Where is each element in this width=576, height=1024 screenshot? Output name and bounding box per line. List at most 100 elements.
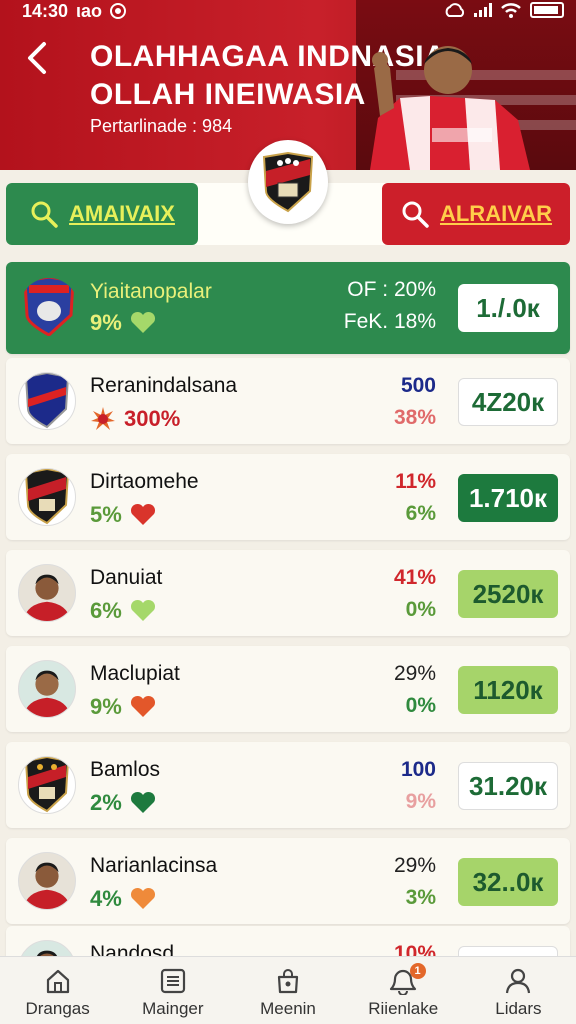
player-avatar-icon: [22, 862, 72, 909]
team-name: Bamlos: [90, 758, 161, 781]
back-arrow-icon[interactable]: [22, 40, 54, 76]
shield-crest-icon: [24, 373, 70, 429]
heart-icon: [130, 695, 155, 717]
team-name: Yiaitanopalar: [90, 280, 212, 303]
list-icon: [160, 968, 185, 994]
team-logo: [18, 468, 76, 526]
bag-icon: [277, 969, 299, 994]
notification-dot-icon: [110, 3, 126, 19]
value-badge[interactable]: 31.20к: [458, 762, 558, 810]
battery-icon: [530, 2, 564, 18]
stat-primary: 11%: [395, 470, 436, 493]
cloud-icon: [445, 3, 465, 17]
player-name: Maclupiat: [90, 662, 180, 685]
page-title-line2: OLLAH INEIWASIA: [90, 78, 366, 111]
stat-primary: OF : 20%: [347, 278, 436, 301]
stat-secondary: FeK. 18%: [343, 310, 436, 333]
user-icon: [506, 968, 531, 994]
stat-secondary: 0%: [405, 598, 436, 621]
tab-left-button[interactable]: AMAIVAIX: [6, 183, 198, 245]
nav-label: Drangas: [25, 999, 90, 1018]
value-badge[interactable]: 32..0к: [458, 858, 558, 906]
team-pct: 5%: [90, 502, 156, 528]
player-pct: 4%: [90, 886, 156, 912]
team-pct: 9%: [90, 310, 156, 336]
player-avatar: [18, 660, 76, 718]
search-icon: [31, 201, 58, 228]
player-avatar-icon: [22, 670, 72, 717]
stat-primary: 29%: [393, 662, 436, 685]
shield-crest-icon: [24, 469, 70, 525]
player-avatar: [18, 852, 76, 910]
stat-primary: 29%: [393, 854, 436, 877]
team-pct: 2%: [90, 790, 156, 816]
team-logo: [18, 756, 76, 814]
burst-icon: [91, 407, 115, 430]
player-row[interactable]: Maclupiat 9% 29% 0% 1120к: [6, 646, 570, 732]
nav-item-lidars[interactable]: Lidars: [461, 957, 576, 1024]
status-extra: ιao: [76, 1, 103, 21]
bottom-navigation: Drangas Mainger Meenin 1 Riienlake Lidar…: [0, 956, 576, 1024]
player-row[interactable]: Danuiat 6% 41% 0% 2520к: [6, 550, 570, 636]
tab-left-label: AMAIVAIX: [69, 201, 175, 226]
heart-icon: [130, 599, 155, 621]
team-name: Dirtaomehe: [90, 470, 199, 493]
stat-secondary: 6%: [405, 502, 436, 525]
home-icon: [46, 969, 69, 994]
club-crest-badge[interactable]: [248, 140, 328, 224]
team-logo: [20, 278, 78, 336]
nav-item-riienlake[interactable]: 1 Riienlake: [346, 957, 461, 1024]
player-photo: [370, 46, 530, 170]
nav-label: Mainger: [142, 999, 204, 1018]
nav-item-drangas[interactable]: Drangas: [0, 957, 115, 1024]
value-badge[interactable]: 1120к: [458, 666, 558, 714]
status-bar: 14:30 ιao: [0, 0, 576, 24]
search-icon: [402, 201, 429, 228]
team-row[interactable]: Reranindalsana 300% 500 38% 4Z20к: [6, 358, 570, 444]
stat-primary: 41%: [393, 566, 436, 589]
status-time: 14:30: [22, 1, 69, 21]
stat-secondary: 38%: [393, 406, 436, 429]
heart-icon: [130, 791, 155, 813]
player-name: Danuiat: [90, 566, 163, 589]
shield-crest-icon: [262, 151, 314, 213]
stat-secondary: 3%: [405, 886, 436, 909]
player-pct: 6%: [90, 598, 156, 624]
nav-item-mainger[interactable]: Mainger: [115, 957, 230, 1024]
heart-icon: [130, 311, 155, 333]
stat-primary: 100: [400, 758, 436, 781]
stat-secondary: 0%: [405, 694, 436, 717]
value-badge[interactable]: 1.710к: [458, 474, 558, 522]
value-badge[interactable]: 4Z20к: [458, 378, 558, 426]
wifi-icon: [501, 3, 521, 18]
signal-icon: [474, 3, 492, 17]
shield-crest-icon: [23, 278, 75, 336]
nav-label: Lidars: [495, 999, 542, 1018]
tab-right-button[interactable]: ALRAIVAR: [382, 183, 570, 245]
shield-crest-icon: [24, 757, 70, 813]
team-pct: 300%: [90, 406, 180, 432]
page-subtitle: Pertarlinade : 984: [90, 116, 233, 136]
featured-team-row[interactable]: Yiaitanopalar 9% OF : 20% FeK. 18% 1./.0…: [6, 262, 570, 354]
value-badge[interactable]: 1./.0к: [458, 284, 558, 332]
heart-icon: [130, 503, 155, 525]
team-name: Reranindalsana: [90, 374, 238, 397]
nav-label: Meenin: [260, 999, 316, 1018]
nav-item-meenin[interactable]: Meenin: [230, 957, 345, 1024]
nav-label: Riienlake: [368, 999, 439, 1018]
notification-badge: 1: [409, 963, 426, 979]
team-logo: [18, 372, 76, 430]
player-avatar-icon: [22, 574, 72, 621]
tab-right-label: ALRAIVAR: [439, 201, 553, 226]
team-row[interactable]: Dirtaomehe 5% 11% 6% 1.710к: [6, 454, 570, 540]
stat-secondary: 9%: [405, 790, 436, 813]
value-badge[interactable]: 2520к: [458, 570, 558, 618]
player-name: Narianlacinsa: [90, 854, 218, 877]
team-row[interactable]: Bamlos 2% 100 9% 31.20к: [6, 742, 570, 828]
heart-icon: [130, 887, 155, 909]
status-icons: [444, 2, 564, 18]
stat-primary: 500: [400, 374, 436, 397]
player-row[interactable]: Narianlacinsa 4% 29% 3% 32..0к: [6, 838, 570, 924]
player-pct: 9%: [90, 694, 156, 720]
player-avatar: [18, 564, 76, 622]
